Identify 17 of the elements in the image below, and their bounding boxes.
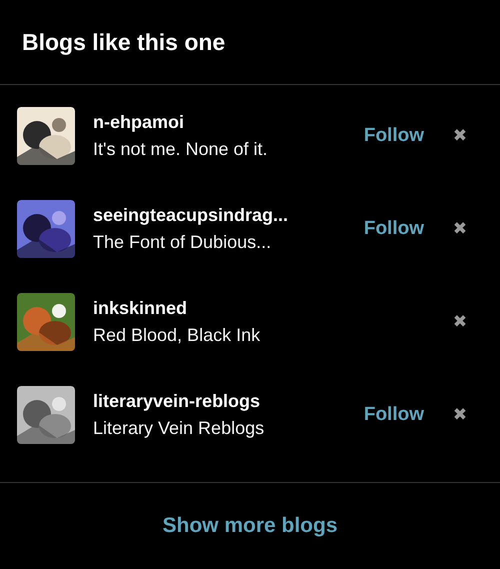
dismiss-button[interactable]: ✖ [450,312,470,332]
blog-description: It's not me. None of it. [93,138,269,160]
follow-button[interactable]: Follow [364,218,424,240]
follow-button[interactable]: Follow [364,124,424,146]
blog-name[interactable]: literaryvein-reblogs [93,390,364,412]
blog-description: Red Blood, Black Ink [93,324,262,346]
follow-button[interactable]: Follow [364,404,424,426]
blog-description: Literary Vein Reblogs [93,418,266,438]
blog-description: The Font of Dubious... [93,232,272,252]
blog-name[interactable]: inkskinned [93,298,450,318]
blog-name[interactable]: seeingteacupsindrag... [93,204,364,226]
blog-name[interactable]: n-ehpamoi [93,112,364,132]
dismiss-button[interactable]: ✖ [450,126,470,146]
panel-title: Blogs like this one [22,28,226,56]
show-more-button[interactable]: Show more blogs [156,513,344,539]
dismiss-button[interactable]: ✖ [450,404,470,424]
dismiss-button[interactable]: ✖ [450,218,470,238]
